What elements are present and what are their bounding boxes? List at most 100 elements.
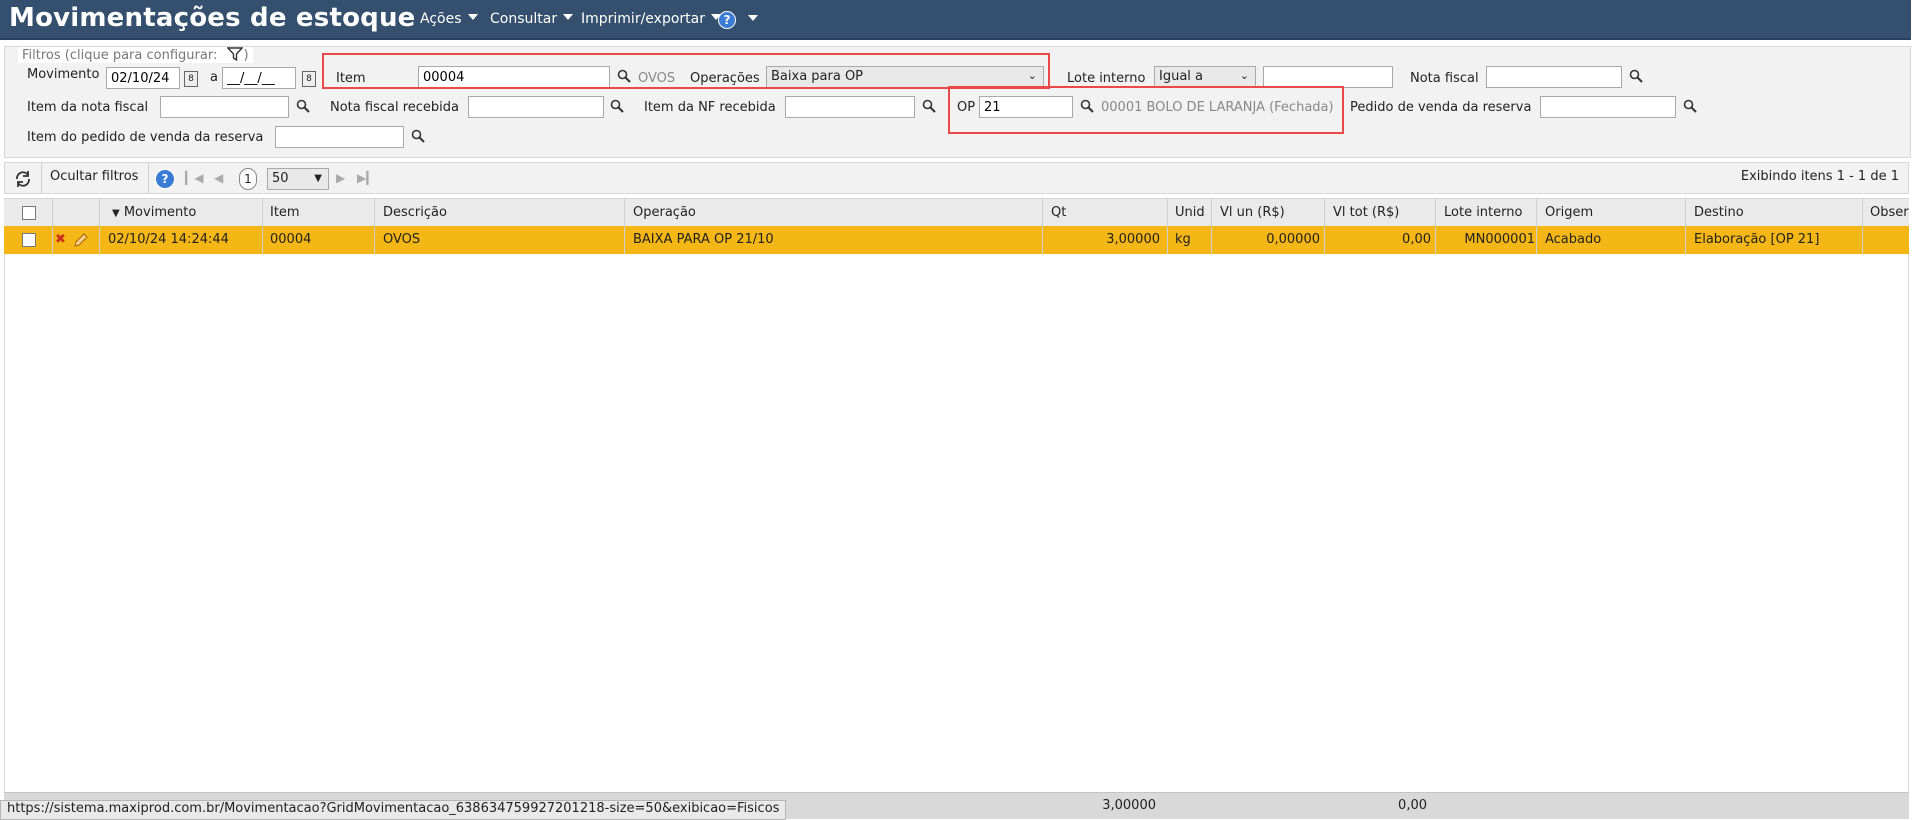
page-size-selected: 50 (272, 171, 289, 186)
column-divider (1536, 198, 1537, 254)
app-header: Movimentações de estoque Ações Consultar… (0, 0, 1911, 40)
column-divider (1862, 198, 1863, 254)
grid-help-button[interactable]: ? (155, 169, 175, 189)
col-obser[interactable]: Obser (1870, 205, 1909, 220)
delete-icon[interactable]: ✖ (55, 232, 66, 247)
cell-lote-interno: MN000001 (1464, 232, 1535, 247)
table-row[interactable]: ✖ 02/10/24 14:24:44 00004 OVOS BAIXA PAR… (4, 226, 1909, 254)
lote-operator-select[interactable]: Igual a ⌄ (1154, 66, 1256, 88)
menu-acoes[interactable]: Ações (420, 11, 478, 27)
menu-imprimir-label: Imprimir/exportar (581, 11, 705, 27)
cell-vl-un: 0,00000 (1266, 232, 1320, 247)
column-divider (1042, 198, 1043, 254)
lote-interno-input[interactable] (1263, 66, 1393, 88)
item-description: OVOS (638, 71, 676, 86)
movimento-sep-label: a (210, 70, 218, 85)
cell-item: 00004 (270, 232, 312, 247)
search-icon[interactable] (411, 129, 425, 143)
column-divider (1685, 198, 1686, 254)
chevron-down-icon (748, 15, 758, 21)
col-vl-un[interactable]: Vl un (R$) (1220, 205, 1285, 220)
search-icon[interactable] (1080, 99, 1094, 113)
cell-operacao: BAIXA PARA OP 21/10 (633, 232, 774, 247)
toolbar-divider (148, 163, 149, 193)
prev-page-icon[interactable]: ◀ (214, 171, 223, 185)
item-nota-fiscal-input[interactable] (160, 96, 289, 118)
col-lote-interno[interactable]: Lote interno (1444, 205, 1522, 220)
nota-fiscal-input[interactable] (1486, 66, 1622, 88)
edit-pencil-icon[interactable] (73, 232, 89, 248)
search-icon[interactable] (1629, 69, 1643, 83)
chevron-down-icon: ⌄ (1027, 69, 1037, 82)
page-number[interactable]: 1 (239, 168, 257, 190)
filters-legend[interactable]: Filtros (clique para configurar: ) (18, 47, 253, 63)
movimento-to-input[interactable] (222, 67, 296, 89)
col-qt[interactable]: Qt (1051, 205, 1066, 220)
help-icon: ? (155, 169, 175, 189)
last-page-icon[interactable]: ▶▎ (357, 171, 375, 185)
col-movimento[interactable]: ▼ Movimento (112, 205, 196, 220)
column-divider (1435, 198, 1436, 254)
nf-recebida-input[interactable] (468, 96, 604, 118)
col-vl-tot[interactable]: Vl tot (R$) (1333, 205, 1399, 220)
item-input[interactable] (418, 66, 610, 88)
item-nota-fiscal-label: Item da nota fiscal (27, 100, 149, 115)
column-divider (99, 198, 100, 254)
hide-filters-button[interactable]: Ocultar filtros (50, 169, 138, 184)
operacoes-select[interactable]: Baixa para OP ⌄ (766, 66, 1044, 88)
grid-toolbar: Ocultar filtros ? ▎◀ ◀ 1 50 ▼ ▶ ▶▎ Exibi… (4, 162, 1909, 194)
search-icon[interactable] (922, 99, 936, 113)
calendar-icon[interactable]: 8 (302, 71, 316, 87)
col-unid[interactable]: Unid (1175, 205, 1205, 220)
menu-imprimir-exportar[interactable]: Imprimir/exportar (581, 11, 721, 27)
col-origem[interactable]: Origem (1545, 205, 1593, 220)
refresh-icon[interactable] (14, 170, 32, 188)
menu-consultar-label: Consultar (490, 11, 558, 27)
item-nf-recebida-input[interactable] (785, 96, 915, 118)
page-title: Movimentações de estoque (9, 3, 416, 33)
item-label: Item (336, 71, 366, 86)
chevron-down-icon: ⌄ (1239, 69, 1249, 82)
chevron-down-icon: ▼ (314, 173, 322, 184)
row-checkbox[interactable] (22, 233, 36, 247)
movimento-from-input[interactable] (106, 67, 180, 89)
sort-desc-icon: ▼ (112, 208, 120, 219)
search-icon[interactable] (617, 69, 631, 83)
grid-border (1908, 254, 1909, 792)
col-movimento-label: Movimento (123, 205, 197, 220)
cell-destino: Elaboração [OP 21] (1694, 232, 1820, 247)
item-pedido-venda-label: Item do pedido de venda da reserva (27, 130, 264, 145)
search-icon[interactable] (1683, 99, 1697, 113)
help-menu[interactable]: ? (718, 11, 758, 29)
column-divider (1167, 198, 1168, 254)
next-page-icon[interactable]: ▶ (336, 171, 345, 185)
item-pedido-venda-input[interactable] (275, 126, 404, 148)
lote-operator-selected: Igual a (1159, 69, 1204, 84)
help-icon: ? (718, 11, 736, 29)
op-description: 00001 BOLO DE LARANJA (Fechada) (1101, 100, 1334, 115)
filter-icon[interactable] (226, 47, 245, 62)
showing-items-text: Exibindo itens 1 - 1 de 1 (1740, 169, 1899, 184)
operacoes-label: Operações (690, 71, 760, 86)
grid-header: ▼ Movimento Item Descrição Operação Qt U… (4, 198, 1909, 228)
col-operacao[interactable]: Operação (633, 205, 696, 220)
menu-acoes-label: Ações (420, 11, 462, 27)
column-divider (52, 198, 53, 254)
search-icon[interactable] (296, 99, 310, 113)
chevron-down-icon (467, 14, 478, 20)
lote-interno-label: Lote interno (1067, 71, 1146, 86)
cell-unid: kg (1175, 232, 1191, 247)
page-size-select[interactable]: 50 ▼ (267, 168, 329, 190)
col-item[interactable]: Item (270, 205, 300, 220)
col-destino[interactable]: Destino (1694, 205, 1744, 220)
menu-consultar[interactable]: Consultar (490, 11, 574, 27)
op-input[interactable] (979, 96, 1073, 118)
select-all-checkbox[interactable] (22, 206, 36, 220)
movimento-label: Movimento (27, 67, 100, 82)
filters-legend-close: ) (243, 48, 249, 63)
search-icon[interactable] (610, 99, 624, 113)
col-descricao[interactable]: Descrição (383, 205, 447, 220)
first-page-icon[interactable]: ▎◀ (185, 171, 203, 185)
pedido-venda-input[interactable] (1540, 96, 1676, 118)
calendar-icon[interactable]: 8 (184, 71, 198, 87)
